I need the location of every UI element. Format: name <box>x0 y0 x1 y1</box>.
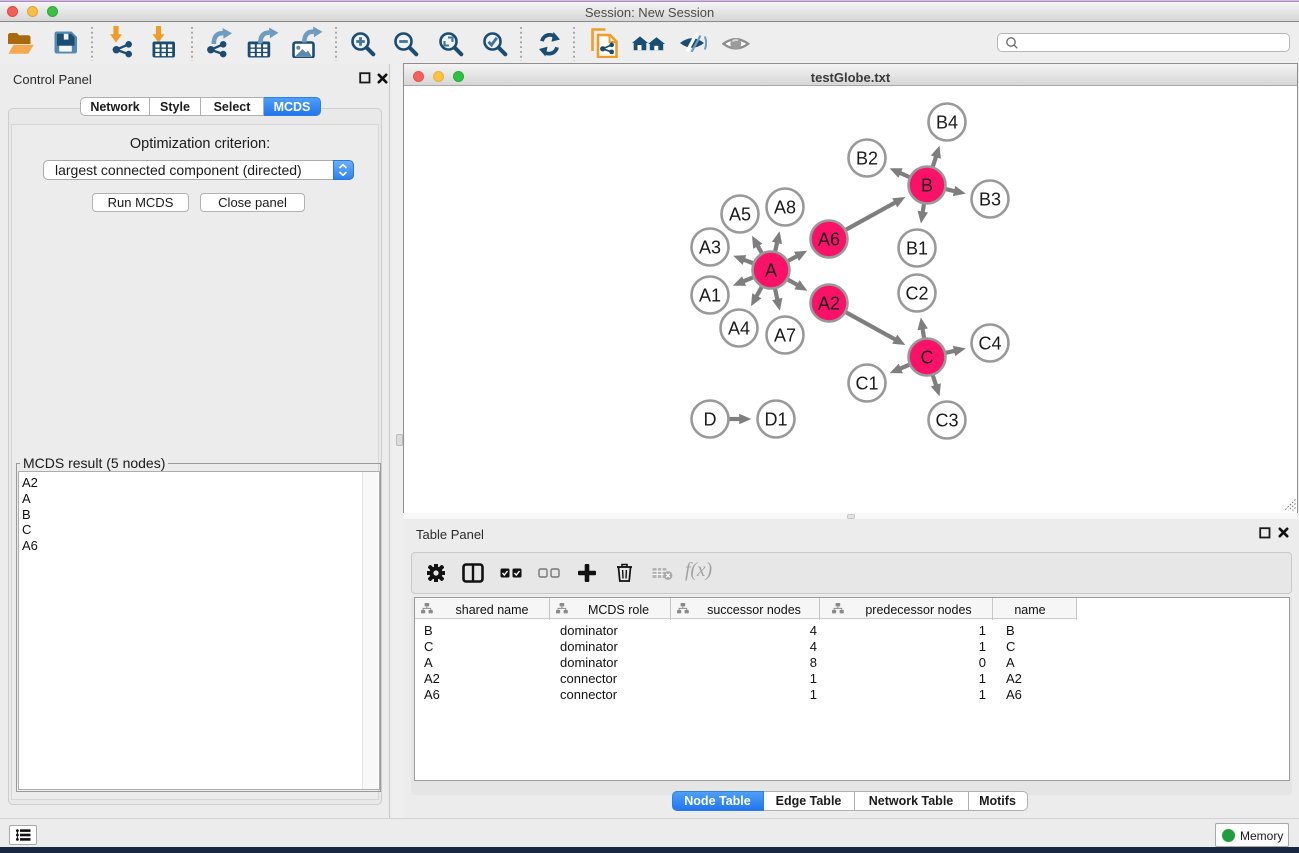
svg-text:C: C <box>921 347 934 367</box>
svg-text:C3: C3 <box>935 410 958 430</box>
svg-text:A7: A7 <box>774 325 796 345</box>
svg-text:A2: A2 <box>818 293 840 313</box>
svg-text:C1: C1 <box>855 373 878 393</box>
svg-text:A1: A1 <box>699 285 721 305</box>
svg-text:A: A <box>765 260 777 280</box>
svg-text:B4: B4 <box>936 112 958 132</box>
svg-text:B3: B3 <box>979 189 1001 209</box>
svg-text:A3: A3 <box>699 237 721 257</box>
svg-text:C2: C2 <box>905 283 928 303</box>
svg-text:A6: A6 <box>818 229 840 249</box>
svg-text:B2: B2 <box>856 148 878 168</box>
svg-text:A4: A4 <box>728 318 750 338</box>
svg-text:A5: A5 <box>729 204 751 224</box>
svg-text:C4: C4 <box>978 333 1001 353</box>
svg-text:A8: A8 <box>774 197 796 217</box>
svg-text:B: B <box>921 175 933 195</box>
svg-text:B1: B1 <box>906 238 928 258</box>
svg-text:D: D <box>704 409 717 429</box>
svg-text:D1: D1 <box>764 409 787 429</box>
